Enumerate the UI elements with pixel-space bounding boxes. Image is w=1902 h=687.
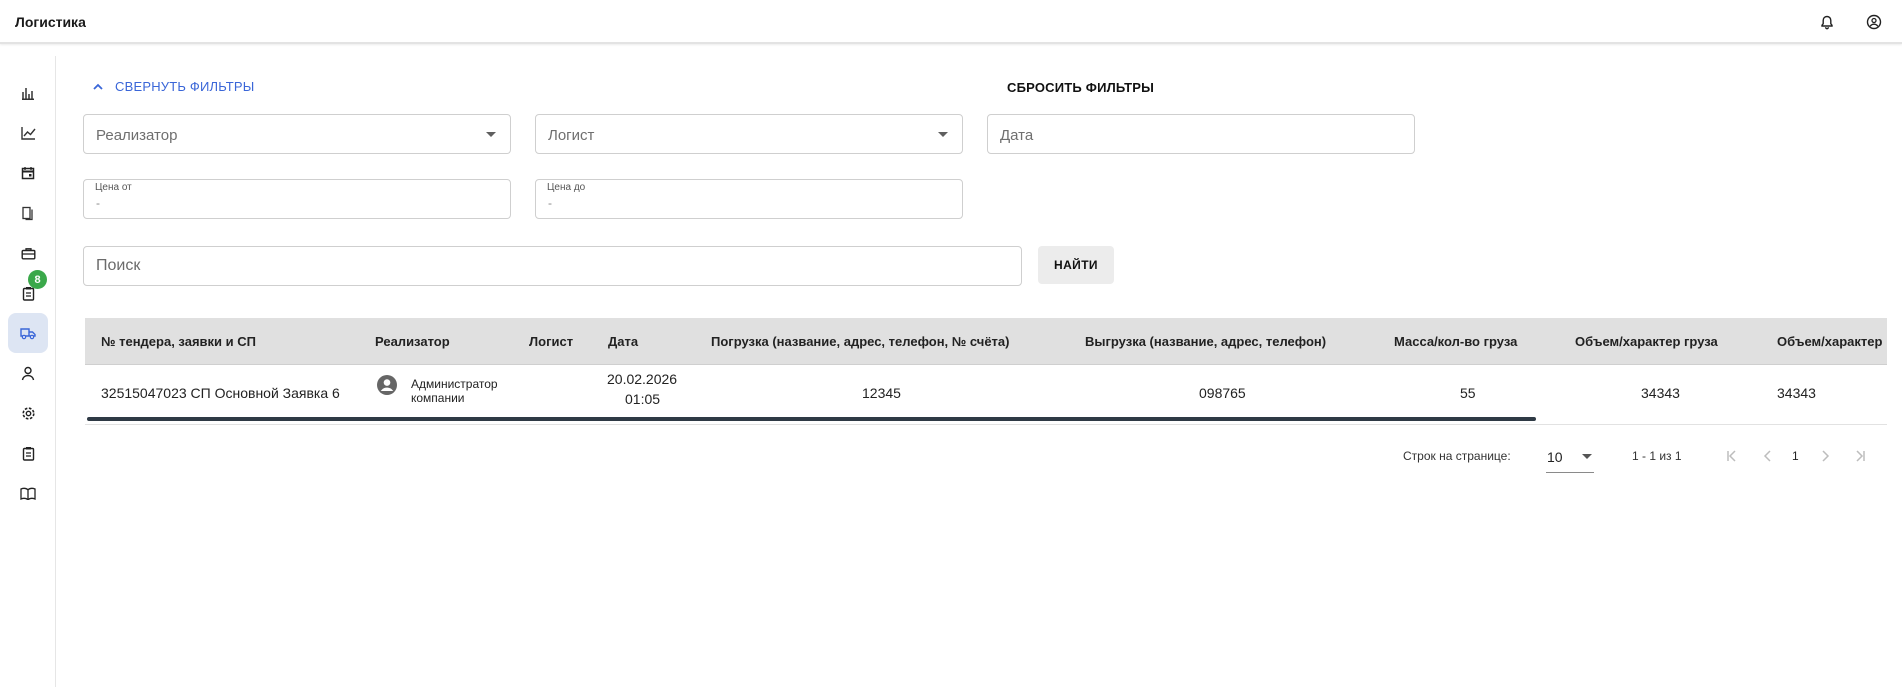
truck-icon — [20, 328, 36, 340]
rows-per-page-label: Строк на странице: — [1403, 449, 1511, 463]
user-avatar-icon — [377, 375, 397, 400]
rows-per-page-select[interactable]: 10 — [1546, 442, 1594, 473]
first-page-icon[interactable] — [1723, 447, 1741, 465]
date-cell-line1: 20.02.2026 — [607, 371, 678, 387]
dropdown-arrow-icon — [1582, 454, 1592, 459]
mass-cell: 55 — [1460, 385, 1476, 401]
date-placeholder: Дата — [1000, 127, 1034, 144]
column-header[interactable]: Масса/кол-во груза — [1394, 334, 1517, 349]
nav-documents[interactable] — [8, 193, 48, 233]
calendar-icon — [21, 167, 35, 180]
reset-filters-button[interactable]: СБРОСИТЬ ФИЛЬТРЫ — [1007, 80, 1154, 95]
documents-icon — [22, 206, 33, 220]
last-page-icon[interactable] — [1851, 447, 1869, 465]
prev-page-icon[interactable] — [1759, 447, 1777, 465]
collapse-filters-button[interactable]: СВЕРНУТЬ ФИЛЬТРЫ — [93, 79, 254, 94]
nav-tasks[interactable] — [8, 273, 48, 313]
bar-chart-icon — [22, 88, 34, 100]
loading-cell: 12345 — [862, 385, 901, 401]
collapse-filters-label: СВЕРНУТЬ ФИЛЬТРЫ — [115, 79, 255, 94]
column-header[interactable]: Дата — [608, 334, 638, 349]
table-row[interactable]: 32515047023 СП Основной Заявка 6 Админис… — [85, 365, 1887, 425]
nav-logistics[interactable] — [8, 313, 48, 353]
price-to-value: - — [548, 196, 552, 210]
current-page[interactable]: 1 — [1792, 449, 1799, 463]
person-icon — [21, 366, 35, 380]
column-header[interactable]: Выгрузка (название, адрес, телефон) — [1085, 334, 1326, 349]
volume2-cell: 34343 — [1777, 385, 1816, 401]
next-page-icon[interactable] — [1816, 447, 1834, 465]
price-to-field[interactable]: Цена до - — [535, 179, 963, 219]
logistics-table: № тендера, заявки и СП Реализатор Логист… — [85, 318, 1887, 426]
top-app-bar: Логистика — [0, 0, 1902, 44]
briefcase-icon — [21, 247, 36, 260]
sidebar: 8 — [0, 56, 56, 687]
date-cell-line2: 01:05 — [625, 391, 661, 407]
book-icon — [20, 487, 36, 500]
column-header[interactable]: Погрузка (название, адрес, телефон, № сч… — [711, 334, 1010, 349]
nav-settings[interactable] — [8, 393, 48, 433]
nav-statistics[interactable] — [8, 113, 48, 153]
nav-users[interactable] — [8, 353, 48, 393]
bell-icon[interactable] — [1819, 14, 1835, 30]
nav-guide[interactable] — [8, 473, 48, 513]
account-icon[interactable] — [1866, 14, 1882, 30]
settings-icon — [21, 406, 35, 420]
nav-reports[interactable] — [8, 433, 48, 473]
column-header[interactable]: Объем/характер груза — [1575, 334, 1718, 349]
column-header[interactable]: № тендера, заявки и СП — [101, 334, 256, 349]
find-button[interactable]: НАЙТИ — [1038, 246, 1114, 284]
realizer-placeholder: Реализатор — [96, 127, 178, 144]
nav-analytics[interactable] — [8, 73, 48, 113]
realizer-name-line1: Администратор — [411, 377, 498, 391]
dropdown-arrow-icon — [938, 132, 948, 137]
price-from-value: - — [96, 196, 100, 210]
logist-placeholder: Логист — [548, 127, 595, 144]
unloading-cell: 098765 — [1199, 385, 1246, 401]
price-to-label: Цена до — [547, 182, 586, 193]
price-from-label: Цена от — [95, 182, 132, 193]
chevron-up-icon — [93, 83, 103, 90]
search-input[interactable]: Поиск — [83, 246, 1022, 286]
rows-per-page-value: 10 — [1547, 449, 1563, 465]
pagination-range: 1 - 1 из 1 — [1632, 449, 1682, 463]
tender-cell: 32515047023 СП Основной Заявка 6 — [101, 385, 340, 401]
price-from-field[interactable]: Цена от - — [83, 179, 511, 219]
column-header[interactable]: Реализатор — [375, 334, 450, 349]
column-header[interactable]: Объем/характер — [1777, 334, 1882, 349]
date-field[interactable]: Дата — [987, 114, 1415, 154]
table-horizontal-scrollbar[interactable] — [87, 417, 1536, 421]
logist-select[interactable]: Логист — [535, 114, 963, 154]
table-header: № тендера, заявки и СП Реализатор Логист… — [85, 318, 1887, 365]
realizer-select[interactable]: Реализатор — [83, 114, 511, 154]
clipboard-icon — [22, 286, 34, 301]
nav-briefcase[interactable] — [8, 233, 48, 273]
line-chart-icon — [20, 127, 36, 140]
dropdown-arrow-icon — [486, 132, 496, 137]
clipboard-list-icon — [22, 446, 34, 461]
column-header[interactable]: Логист — [529, 334, 573, 349]
app-title: Логистика — [15, 14, 86, 30]
search-placeholder: Поиск — [96, 257, 141, 274]
realizer-name-line2: компании — [411, 391, 465, 405]
nav-calendar[interactable] — [8, 153, 48, 193]
volume-cell: 34343 — [1641, 385, 1680, 401]
